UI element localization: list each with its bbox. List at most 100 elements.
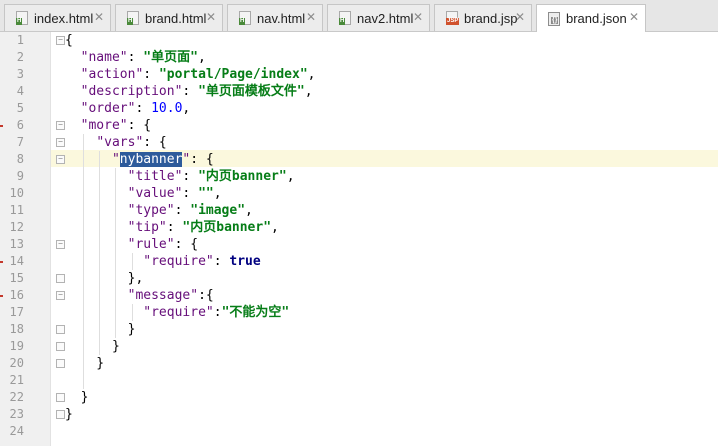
code-line[interactable]: "message":{	[65, 287, 214, 304]
line-number: 5	[16, 101, 24, 115]
code-editor[interactable]: 1 2 3 4 5 6 7 8 9 10 11 12 13 14 15 16 17 18 19 20 21 22 23 24−…	[0, 32, 718, 446]
code-line[interactable]: "tip": "内页banner",	[65, 219, 279, 236]
line-error-marker	[0, 295, 3, 297]
tab-nav-html[interactable]: H nav.html ✕	[227, 4, 323, 31]
fold-collapse-icon[interactable]: −	[56, 240, 65, 249]
code-line[interactable]: "title": "内页banner",	[65, 168, 295, 185]
close-icon[interactable]: ✕	[515, 11, 525, 23]
line-number: 3	[16, 67, 24, 81]
code-line[interactable]: }	[65, 389, 89, 406]
code-line[interactable]: "nybanner": {	[65, 151, 214, 168]
code-token: "name"	[80, 50, 128, 65]
code-token: }	[65, 356, 105, 371]
code-token: "more"	[80, 118, 128, 133]
code-token: :	[135, 101, 152, 116]
code-line[interactable]: }	[65, 338, 120, 355]
fold-end-icon[interactable]	[56, 325, 65, 334]
code-line[interactable]: "more": {	[65, 117, 151, 134]
code-token: ,	[245, 203, 253, 218]
code-line[interactable]: "type": "image",	[65, 202, 253, 219]
html-file-icon: H	[127, 11, 139, 25]
tab-label: nav.html	[257, 10, 306, 26]
tab-brand-html[interactable]: H brand.html ✕	[115, 4, 223, 31]
code-line[interactable]: "value": "",	[65, 185, 222, 202]
code-token: :	[174, 203, 191, 218]
line-number: 8	[16, 152, 24, 166]
close-icon[interactable]: ✕	[629, 11, 639, 23]
fold-end-icon[interactable]	[56, 274, 65, 283]
selected-text: nybanner	[119, 152, 183, 167]
code-token: }	[65, 407, 73, 422]
line-number: 14	[9, 254, 24, 268]
line-number: 17	[9, 305, 24, 319]
code-token: 10.0	[151, 101, 183, 116]
fold-end-icon[interactable]	[56, 410, 65, 419]
editor-tab-bar: H index.html ✕ H brand.html ✕ H nav.html…	[0, 0, 718, 32]
fold-end-icon[interactable]	[56, 342, 65, 351]
fold-collapse-icon[interactable]: −	[56, 138, 65, 147]
close-icon[interactable]: ✕	[94, 11, 104, 23]
line-number: 20	[9, 356, 24, 370]
line-number: 11	[9, 203, 24, 217]
code-token: "vars"	[96, 135, 144, 150]
fold-collapse-icon[interactable]: −	[56, 36, 65, 45]
code-token: "rule"	[127, 237, 175, 252]
code-token: "description"	[80, 84, 183, 99]
code-line[interactable]: "vars": {	[65, 134, 166, 151]
code-line[interactable]: }	[65, 406, 73, 423]
close-icon[interactable]: ✕	[306, 11, 316, 23]
code-line[interactable]: "name": "单页面",	[65, 49, 206, 66]
code-line[interactable]: },	[65, 270, 144, 287]
code-line[interactable]: {	[65, 32, 73, 49]
fold-end-icon[interactable]	[56, 393, 65, 402]
line-error-marker	[0, 125, 3, 127]
code-token: :	[213, 254, 230, 269]
code-line[interactable]: "require": true	[65, 253, 260, 270]
line-error-marker	[0, 261, 3, 263]
code-token: "action"	[80, 67, 144, 82]
tab-nav2-html[interactable]: H nav2.html ✕	[327, 4, 430, 31]
line-number: 1	[16, 33, 24, 47]
line-number: 4	[16, 84, 24, 98]
code-token: "image"	[190, 203, 246, 218]
line-number: 9	[16, 169, 24, 183]
fold-collapse-icon[interactable]: −	[56, 121, 65, 130]
close-icon[interactable]: ✕	[206, 11, 216, 23]
line-number: 7	[16, 135, 24, 149]
fold-collapse-icon[interactable]: −	[56, 155, 65, 164]
fold-collapse-icon[interactable]: −	[56, 291, 65, 300]
code-token: "tip"	[127, 220, 167, 235]
code-token: ,	[286, 169, 295, 184]
code-token: : {	[127, 118, 152, 133]
code-token: :	[182, 84, 199, 99]
line-number: 24	[9, 424, 24, 438]
tab-brand-jsp[interactable]: JSP brand.jsp ✕	[434, 4, 532, 31]
close-icon[interactable]: ✕	[413, 11, 423, 23]
code-token: "不能为空"	[221, 305, 290, 320]
code-line[interactable]: "action": "portal/Page/index",	[65, 66, 316, 83]
code-line[interactable]: "order": 10.0,	[65, 100, 191, 117]
code-token: "title"	[127, 169, 183, 184]
code-line[interactable]: "rule": {	[65, 236, 198, 253]
code-line[interactable]: "require":"不能为空"	[65, 304, 289, 321]
code-line[interactable]: }	[65, 321, 136, 338]
line-number: 22	[9, 390, 24, 404]
tab-index-html[interactable]: H index.html ✕	[4, 4, 111, 31]
code-token: : {	[190, 152, 214, 167]
html-file-icon: H	[16, 11, 28, 25]
tab-brand-json[interactable]: {} brand.json ✕	[536, 4, 646, 32]
code-line[interactable]: }	[65, 355, 104, 372]
tab-label: brand.json	[566, 11, 627, 26]
code-line[interactable]: "description": "单页面模板文件",	[65, 83, 313, 100]
code-token: :{	[198, 288, 214, 303]
fold-end-icon[interactable]	[56, 359, 65, 368]
json-file-icon: {}	[548, 11, 560, 26]
code-token: :	[127, 50, 144, 65]
code-token: "portal/Page/index"	[158, 67, 308, 82]
code-token: "require"	[143, 305, 214, 320]
